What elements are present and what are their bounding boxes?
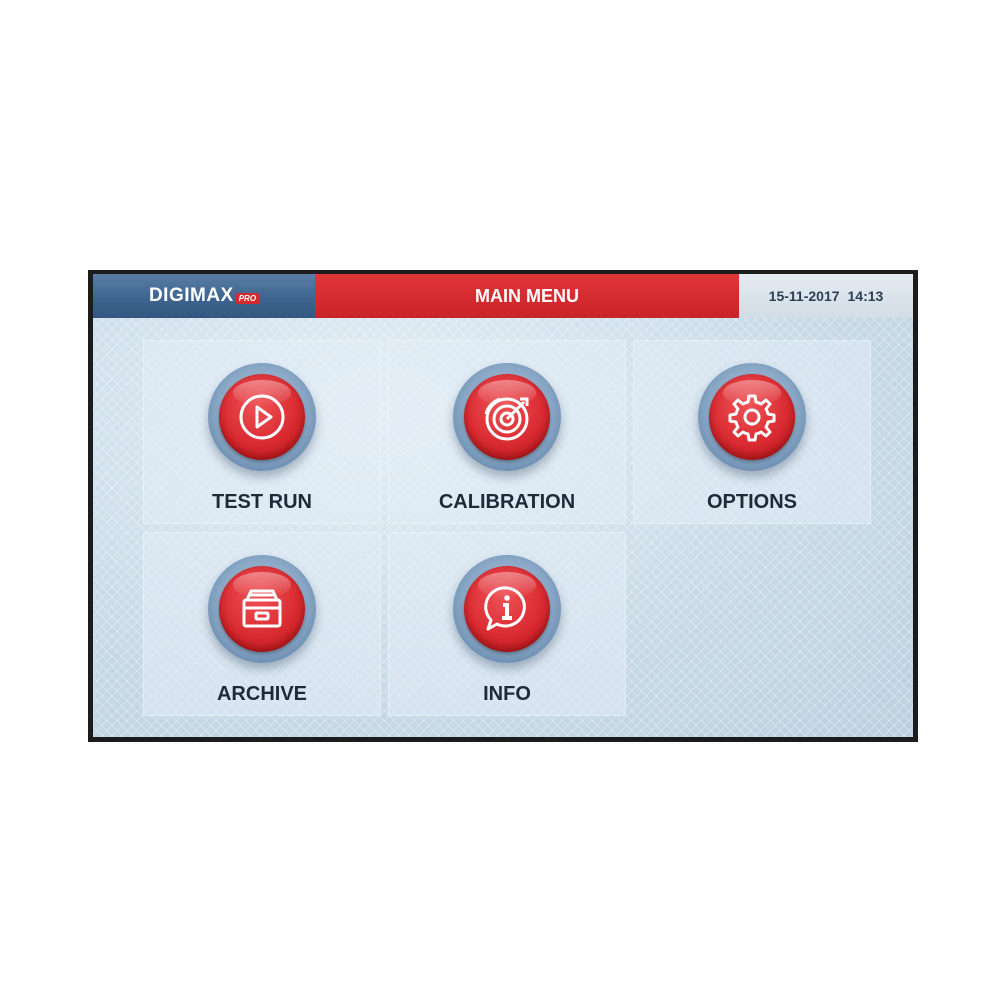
info-bubble-icon	[484, 586, 526, 631]
menu-item-label: TEST RUN	[212, 491, 312, 513]
archive-drawer-icon	[242, 589, 282, 628]
gear-icon	[728, 394, 776, 442]
brand-badge: PRO	[235, 292, 260, 304]
brand-name: DIGIMAX	[148, 285, 234, 306]
time-text: 14:13	[847, 288, 884, 304]
header-bar: DIGIMAX PRO MAIN MENU 15-11-2017 14:13	[93, 274, 913, 318]
target-icon	[484, 397, 529, 441]
date-text: 15-11-2017	[768, 288, 840, 304]
menu-grid: TEST RUN CALIBRATION OPTIONS ARCHIVE INF…	[93, 318, 913, 737]
options-button[interactable]	[698, 363, 806, 471]
menu-item-label: ARCHIVE	[216, 683, 307, 705]
test-run-button[interactable]	[208, 363, 316, 471]
date-time-display: 15-11-2017 14:13	[739, 274, 913, 318]
device-screen-bezel: DIGIMAX PRO MAIN MENU 15-11-2017 14:13 T…	[88, 270, 918, 742]
menu-item-info[interactable]: INFO	[388, 532, 626, 716]
info-button[interactable]	[453, 555, 561, 663]
menu-item-options[interactable]: OPTIONS	[633, 340, 871, 524]
menu-item-test-run[interactable]: TEST RUN	[143, 340, 381, 524]
play-icon	[239, 394, 285, 440]
menu-item-archive[interactable]: ARCHIVE	[143, 532, 381, 716]
menu-item-label: OPTIONS	[706, 491, 797, 513]
page-title: MAIN MENU	[315, 274, 739, 318]
archive-button[interactable]	[208, 555, 316, 663]
main-menu-display: DIGIMAX PRO MAIN MENU 15-11-2017 14:13 T…	[93, 274, 913, 737]
menu-item-calibration[interactable]: CALIBRATION	[388, 340, 626, 524]
menu-item-label: CALIBRATION	[438, 491, 576, 513]
menu-item-label: INFO	[483, 683, 531, 705]
brand-logo: DIGIMAX PRO	[93, 274, 315, 318]
calibration-button[interactable]	[453, 363, 561, 471]
